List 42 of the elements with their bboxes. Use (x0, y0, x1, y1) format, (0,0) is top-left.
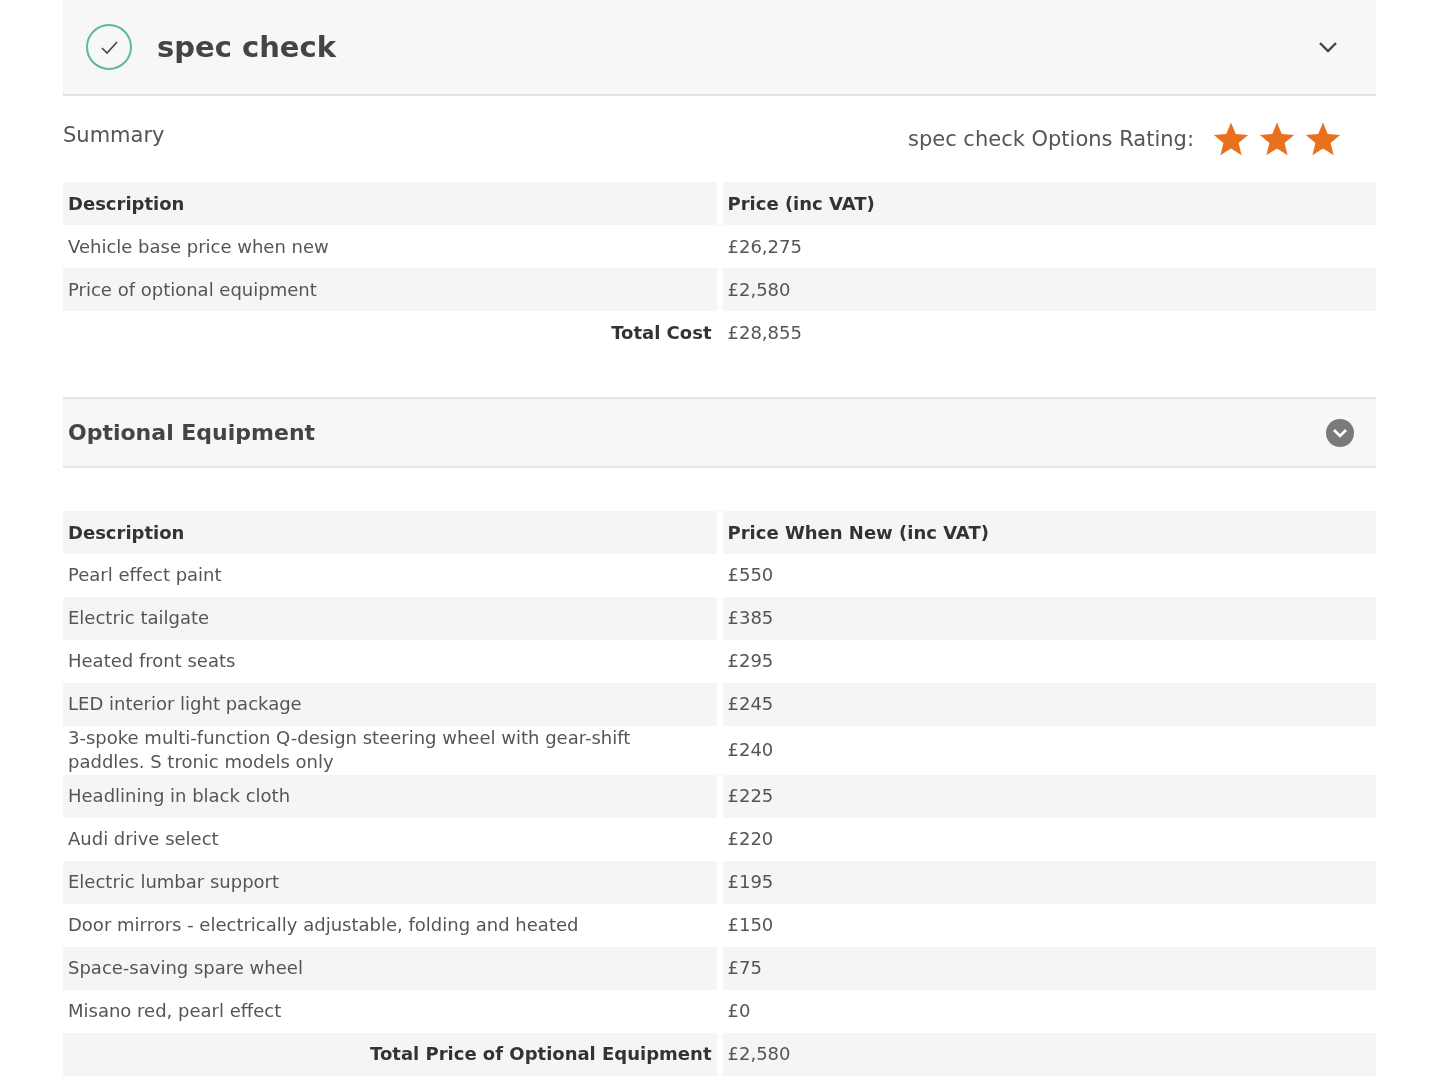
table-cell: LED interior light package (63, 683, 717, 726)
table-cell: £195 (722, 860, 1376, 904)
spec-check-header[interactable]: spec check (63, 0, 1376, 96)
table-cell-text: £220 (726, 826, 775, 851)
table-cell-text: Heated front seats (67, 649, 237, 674)
table-cell: Space-saving spare wheel (63, 946, 717, 990)
column-header: Description (63, 182, 717, 225)
column-header: Price When New (inc VAT) (722, 511, 1376, 554)
table-cell: £2,580 (722, 1032, 1376, 1076)
table-cell-text: £0 (726, 998, 752, 1023)
table-cell-text: £240 (726, 738, 775, 763)
table-cell: Price of optional equipment (63, 268, 717, 311)
rating-label: spec check Options Rating: (907, 127, 1194, 151)
chevron-icon[interactable] (1318, 41, 1338, 53)
table-cell: £225 (722, 774, 1376, 818)
summary-title: Summary (63, 123, 165, 147)
table-cell: Electric tailgate (63, 597, 717, 640)
table-cell: £385 (722, 597, 1376, 640)
optional-equipment-header[interactable]: Optional Equipment (63, 397, 1376, 468)
chevron-circle-icon[interactable] (1326, 418, 1354, 447)
table-cell-text: £295 (726, 649, 775, 674)
table-cell-text: 3-spoke multi-function Q-design steering wheel with gear-shift paddles. S tronic models only (67, 726, 632, 775)
table-cell: Electric lumbar support (63, 860, 717, 904)
table-cell-text: Pearl effect paint (67, 563, 223, 588)
table-cell-text: £150 (726, 912, 775, 937)
table-cell-text: £550 (726, 563, 775, 588)
table-cell-text: Audi drive select (67, 826, 220, 851)
table-cell: Headlining in black cloth (63, 774, 717, 818)
total-label: Total Cost (610, 321, 713, 345)
table-cell: £75 (722, 946, 1376, 990)
table-cell-text: Vehicle base price when new (67, 235, 330, 259)
table-cell: £2,580 (722, 268, 1376, 311)
table-cell: £245 (722, 683, 1376, 726)
total-label: Total Price of Optional Equipment (63, 1032, 717, 1076)
section-title: spec check (157, 30, 338, 64)
section-title: Optional Equipment (68, 420, 316, 445)
table-cell-text: £28,855 (726, 321, 803, 345)
column-header: Price (inc VAT) (722, 182, 1376, 225)
column-header: Description (63, 511, 717, 554)
table-cell-text: Misano red, pearl effect (67, 998, 283, 1023)
table-cell-text: £26,275 (726, 235, 803, 259)
table-cell-text: Door mirrors - electrically adjustable, folding and heated (67, 912, 580, 937)
